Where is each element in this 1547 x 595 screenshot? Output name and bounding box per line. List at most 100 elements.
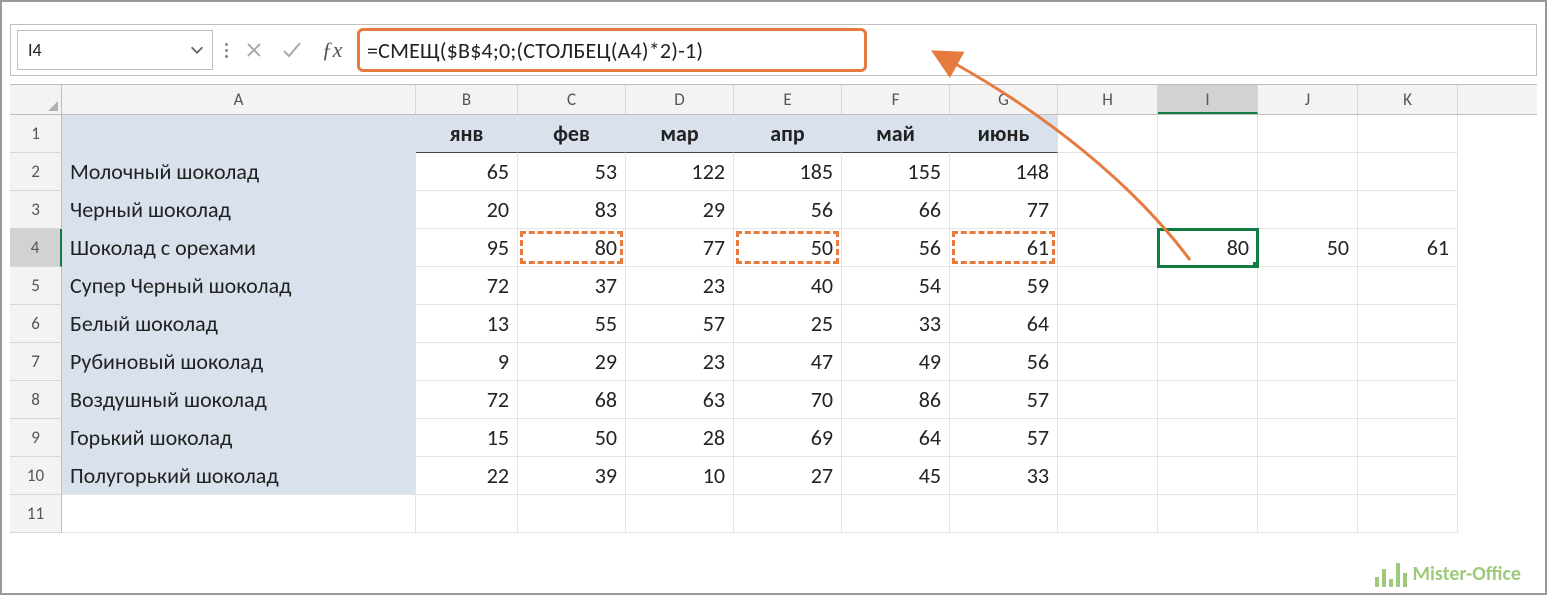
- cell-B2[interactable]: 65: [416, 153, 518, 191]
- cell-H1[interactable]: [1058, 115, 1158, 153]
- cell-E1[interactable]: апр: [734, 115, 842, 153]
- cell-C6[interactable]: 55: [518, 305, 626, 343]
- cell-H6[interactable]: [1058, 305, 1158, 343]
- cell-K10[interactable]: [1358, 457, 1458, 495]
- cell-D9[interactable]: 28: [626, 419, 734, 457]
- cell-C9[interactable]: 50: [518, 419, 626, 457]
- cell-I2[interactable]: [1158, 153, 1258, 191]
- cell-B7[interactable]: 9: [416, 343, 518, 381]
- cell-E11[interactable]: [734, 495, 842, 533]
- cell-G2[interactable]: 148: [950, 153, 1058, 191]
- cell-F2[interactable]: 155: [842, 153, 950, 191]
- cell-B6[interactable]: 13: [416, 305, 518, 343]
- cell-D11[interactable]: [626, 495, 734, 533]
- cell-B1[interactable]: янв: [416, 115, 518, 153]
- cell-A8[interactable]: Воздушный шоколад: [62, 381, 416, 419]
- cell-J8[interactable]: [1258, 381, 1358, 419]
- row-header-1[interactable]: 1: [10, 115, 62, 153]
- cell-E7[interactable]: 47: [734, 343, 842, 381]
- cell-J6[interactable]: [1258, 305, 1358, 343]
- cell-F9[interactable]: 64: [842, 419, 950, 457]
- row-header-4[interactable]: 4: [10, 229, 62, 267]
- cell-F4[interactable]: 56: [842, 229, 950, 267]
- cell-K11[interactable]: [1358, 495, 1458, 533]
- insert-function-button[interactable]: ƒx: [315, 37, 349, 63]
- cell-C2[interactable]: 53: [518, 153, 626, 191]
- cell-E5[interactable]: 40: [734, 267, 842, 305]
- formula-input[interactable]: =СМЕЩ($B$4;0;(СТОЛБЕЦ(A4)*2)-1): [357, 28, 1530, 72]
- cell-D2[interactable]: 122: [626, 153, 734, 191]
- cell-B4[interactable]: 95: [416, 229, 518, 267]
- cell-H10[interactable]: [1058, 457, 1158, 495]
- cell-F1[interactable]: май: [842, 115, 950, 153]
- cell-I7[interactable]: [1158, 343, 1258, 381]
- cell-D5[interactable]: 23: [626, 267, 734, 305]
- cell-E10[interactable]: 27: [734, 457, 842, 495]
- cell-E9[interactable]: 69: [734, 419, 842, 457]
- cell-F3[interactable]: 66: [842, 191, 950, 229]
- cell-F10[interactable]: 45: [842, 457, 950, 495]
- cell-J3[interactable]: [1258, 191, 1358, 229]
- cell-K2[interactable]: [1358, 153, 1458, 191]
- cell-B5[interactable]: 72: [416, 267, 518, 305]
- cell-C1[interactable]: фев: [518, 115, 626, 153]
- cell-H11[interactable]: [1058, 495, 1158, 533]
- cell-D1[interactable]: мар: [626, 115, 734, 153]
- cell-D3[interactable]: 29: [626, 191, 734, 229]
- cell-D6[interactable]: 57: [626, 305, 734, 343]
- cell-C4[interactable]: 80: [518, 229, 626, 267]
- col-header-K[interactable]: K: [1358, 85, 1458, 114]
- spreadsheet-grid[interactable]: ABCDEFGHIJK 1янвфевмарапрмайиюнь2Молочны…: [10, 84, 1537, 585]
- cell-K1[interactable]: [1358, 115, 1458, 153]
- cell-E3[interactable]: 56: [734, 191, 842, 229]
- cell-G7[interactable]: 56: [950, 343, 1058, 381]
- row-header-8[interactable]: 8: [10, 381, 62, 419]
- cell-D4[interactable]: 77: [626, 229, 734, 267]
- cell-J7[interactable]: [1258, 343, 1358, 381]
- col-header-D[interactable]: D: [626, 85, 734, 114]
- cell-H5[interactable]: [1058, 267, 1158, 305]
- cell-F6[interactable]: 33: [842, 305, 950, 343]
- cell-J9[interactable]: [1258, 419, 1358, 457]
- cell-G3[interactable]: 77: [950, 191, 1058, 229]
- cell-I5[interactable]: [1158, 267, 1258, 305]
- cell-I11[interactable]: [1158, 495, 1258, 533]
- cell-E8[interactable]: 70: [734, 381, 842, 419]
- row-header-7[interactable]: 7: [10, 343, 62, 381]
- cell-A1[interactable]: [62, 115, 416, 153]
- cell-E4[interactable]: 50: [734, 229, 842, 267]
- cell-H2[interactable]: [1058, 153, 1158, 191]
- cell-B11[interactable]: [416, 495, 518, 533]
- col-header-J[interactable]: J: [1258, 85, 1358, 114]
- cell-H3[interactable]: [1058, 191, 1158, 229]
- cell-H4[interactable]: [1058, 229, 1158, 267]
- cell-D8[interactable]: 63: [626, 381, 734, 419]
- cell-H8[interactable]: [1058, 381, 1158, 419]
- cell-G10[interactable]: 33: [950, 457, 1058, 495]
- col-header-I[interactable]: I: [1158, 85, 1258, 114]
- select-all-corner[interactable]: [10, 85, 62, 114]
- cell-A7[interactable]: Рубиновый шоколад: [62, 343, 416, 381]
- cell-K8[interactable]: [1358, 381, 1458, 419]
- cancel-formula-button[interactable]: [239, 30, 269, 70]
- cell-F5[interactable]: 54: [842, 267, 950, 305]
- cell-H9[interactable]: [1058, 419, 1158, 457]
- cell-A2[interactable]: Молочный шоколад: [62, 153, 416, 191]
- col-header-H[interactable]: H: [1058, 85, 1158, 114]
- enter-formula-button[interactable]: [277, 30, 307, 70]
- cell-B9[interactable]: 15: [416, 419, 518, 457]
- cell-E6[interactable]: 25: [734, 305, 842, 343]
- cell-I6[interactable]: [1158, 305, 1258, 343]
- cell-B3[interactable]: 20: [416, 191, 518, 229]
- cell-K5[interactable]: [1358, 267, 1458, 305]
- cell-F8[interactable]: 86: [842, 381, 950, 419]
- col-header-E[interactable]: E: [734, 85, 842, 114]
- col-header-B[interactable]: B: [416, 85, 518, 114]
- cell-A6[interactable]: Белый шоколад: [62, 305, 416, 343]
- cell-G4[interactable]: 61: [950, 229, 1058, 267]
- cell-J4[interactable]: 50: [1258, 229, 1358, 267]
- cell-C8[interactable]: 68: [518, 381, 626, 419]
- col-header-F[interactable]: F: [842, 85, 950, 114]
- cell-I9[interactable]: [1158, 419, 1258, 457]
- cell-J5[interactable]: [1258, 267, 1358, 305]
